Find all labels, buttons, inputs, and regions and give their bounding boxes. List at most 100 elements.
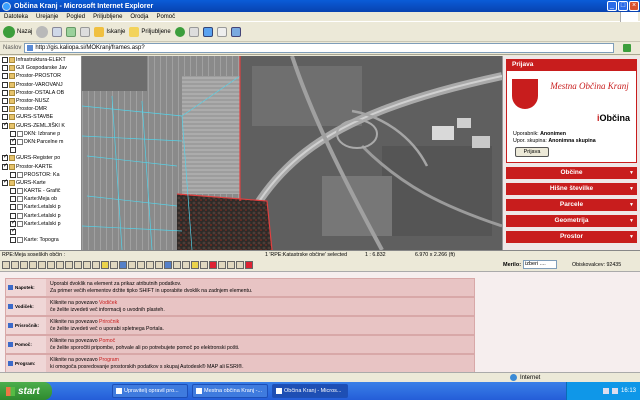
close-button[interactable]: × bbox=[629, 1, 639, 11]
layer-checkbox[interactable] bbox=[10, 220, 16, 227]
layers-tool-icon[interactable] bbox=[155, 261, 163, 269]
layer-checkbox[interactable] bbox=[10, 171, 16, 178]
layer-checkbox[interactable] bbox=[2, 122, 8, 129]
layer-checkbox[interactable] bbox=[10, 196, 16, 203]
layer-checkbox[interactable] bbox=[2, 163, 8, 170]
layer-item[interactable]: GURS-Karte bbox=[0, 179, 81, 187]
menu-help[interactable]: Pomoč bbox=[156, 14, 175, 20]
layer-item[interactable]: GJI Gospodarske Jav bbox=[0, 64, 81, 72]
settings-tool-icon[interactable] bbox=[200, 261, 208, 269]
help-label[interactable]: Pomoč: bbox=[6, 336, 46, 353]
address-input[interactable]: http://gis.kaliopa.si/MOKranj/frames.asp… bbox=[24, 43, 614, 53]
layer-checkbox[interactable] bbox=[2, 98, 8, 105]
layer-checkbox[interactable] bbox=[10, 188, 16, 195]
help-label[interactable]: Prisročnik: bbox=[6, 317, 46, 334]
coordinates-tool-icon[interactable] bbox=[227, 261, 235, 269]
layer-item[interactable]: GURS-STAVBE bbox=[0, 113, 81, 121]
history-icon[interactable] bbox=[174, 26, 185, 37]
section-geometrija[interactable]: Geometrija bbox=[506, 215, 637, 227]
login-button[interactable]: Prijava bbox=[515, 147, 549, 157]
layer-checkbox[interactable] bbox=[10, 204, 16, 211]
section-prostor[interactable]: Prostor bbox=[506, 231, 637, 243]
edit-icon[interactable] bbox=[216, 26, 227, 37]
print-tool-icon[interactable] bbox=[119, 261, 127, 269]
aerial-map[interactable] bbox=[82, 56, 502, 250]
pan-tool-icon[interactable] bbox=[2, 261, 10, 269]
layer-item[interactable]: Prostor-VAROVANJ bbox=[0, 81, 81, 89]
messenger-icon[interactable] bbox=[230, 26, 241, 37]
report-tool-icon[interactable] bbox=[137, 261, 145, 269]
zoom-next-tool-icon[interactable] bbox=[56, 261, 64, 269]
scale-select[interactable]: izberi .... bbox=[523, 260, 558, 269]
layer-item[interactable]: PROSTOR: Ka bbox=[0, 171, 81, 179]
map-view[interactable] bbox=[82, 56, 502, 250]
help-link[interactable]: Pomoč bbox=[99, 338, 115, 344]
layer-item[interactable]: Prostor-NUSZ bbox=[0, 97, 81, 105]
home-icon[interactable] bbox=[80, 26, 91, 37]
task-obcina-kranj[interactable]: Občina Kranj - Micros... bbox=[272, 384, 348, 398]
layer-item[interactable]: Karte: Topogra bbox=[0, 236, 81, 244]
clear-selection-tool-icon[interactable] bbox=[92, 261, 100, 269]
refresh-icon[interactable] bbox=[66, 26, 77, 37]
layer-item[interactable]: Prostor-OSTALA OB bbox=[0, 89, 81, 97]
layer-item[interactable]: Infrastruktura-ELEKT bbox=[0, 56, 81, 64]
layer-checkbox[interactable] bbox=[2, 179, 8, 186]
help-tool-icon[interactable] bbox=[209, 261, 217, 269]
layer-checkbox[interactable] bbox=[2, 89, 8, 96]
layer-checkbox[interactable] bbox=[10, 237, 16, 244]
layer-checkbox[interactable] bbox=[2, 106, 8, 113]
measure-tool-icon[interactable] bbox=[110, 261, 118, 269]
refresh-map-tool-icon[interactable] bbox=[65, 261, 73, 269]
layer-item[interactable]: Karte:Letalski p bbox=[0, 212, 81, 220]
layer-checkbox[interactable] bbox=[2, 154, 8, 162]
layer-item[interactable]: Prostor-KARTE bbox=[0, 162, 81, 170]
layer-item[interactable]: Karte:Letalski p bbox=[0, 203, 81, 211]
mail-tool-icon[interactable] bbox=[173, 261, 181, 269]
layer-checkbox[interactable] bbox=[10, 212, 16, 219]
export-tool-icon[interactable] bbox=[164, 261, 172, 269]
layer-checkbox[interactable] bbox=[2, 57, 8, 64]
layer-item[interactable]: Prostor-PROSTOR bbox=[0, 72, 81, 80]
layer-item[interactable]: Karte:Meja ob bbox=[0, 195, 81, 203]
maximize-button[interactable]: □ bbox=[618, 1, 628, 11]
go-button[interactable] bbox=[617, 43, 637, 53]
layer-item[interactable]: KARTE - Grafič bbox=[0, 187, 81, 195]
overview-tool-icon[interactable] bbox=[218, 261, 226, 269]
layer-item[interactable]: DKN:Parcelne m bbox=[0, 138, 81, 146]
select-tool-icon[interactable] bbox=[74, 261, 82, 269]
layer-item[interactable]: Prostor-DMR bbox=[0, 105, 81, 113]
favorites-button[interactable]: Priljubljene bbox=[129, 26, 171, 37]
minimize-button[interactable]: _ bbox=[607, 1, 617, 11]
help-label[interactable]: Program: bbox=[6, 355, 46, 372]
menu-tools[interactable]: Orodja bbox=[130, 14, 148, 20]
search-tool-icon[interactable] bbox=[236, 261, 244, 269]
layer-checkbox[interactable] bbox=[2, 114, 8, 121]
menu-file[interactable]: Datoteka bbox=[4, 14, 28, 20]
layer-checkbox[interactable] bbox=[2, 81, 8, 88]
stop-icon[interactable] bbox=[52, 26, 63, 37]
clear-tool-icon[interactable] bbox=[245, 261, 253, 269]
legend-tool-icon[interactable] bbox=[146, 261, 154, 269]
back-button[interactable]: Nazaj bbox=[3, 25, 32, 38]
zoom-previous-tool-icon[interactable] bbox=[47, 261, 55, 269]
select-area-tool-icon[interactable] bbox=[83, 261, 91, 269]
help-label[interactable]: Napotek: bbox=[6, 279, 46, 296]
network-icon[interactable] bbox=[602, 388, 609, 394]
mail-icon[interactable] bbox=[188, 26, 199, 37]
menu-view[interactable]: Pogled bbox=[66, 14, 85, 20]
search-button[interactable]: Iskanje bbox=[94, 26, 125, 37]
layer-item[interactable]: GURS-Register po bbox=[0, 154, 81, 162]
zoom-extent-tool-icon[interactable] bbox=[38, 261, 46, 269]
volume-icon[interactable] bbox=[611, 388, 618, 394]
menu-favorites[interactable]: Priljubljene bbox=[93, 14, 122, 20]
layer-checkbox[interactable] bbox=[10, 228, 16, 236]
layer-checkbox[interactable] bbox=[2, 65, 8, 72]
info-tool-icon[interactable] bbox=[101, 261, 109, 269]
section-parcele[interactable]: Parcele bbox=[506, 199, 637, 211]
bookmark-tool-icon[interactable] bbox=[191, 261, 199, 269]
help-link[interactable]: Program bbox=[99, 357, 119, 363]
start-button[interactable]: start bbox=[0, 382, 52, 400]
zoom-window-tool-icon[interactable] bbox=[29, 261, 37, 269]
print-icon[interactable] bbox=[202, 26, 213, 37]
layer-item[interactable]: GURS-ZEMLJIŠKI K bbox=[0, 122, 81, 130]
